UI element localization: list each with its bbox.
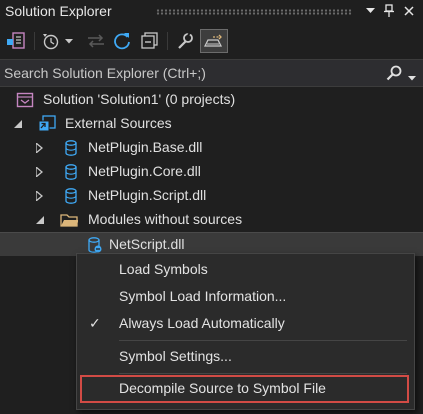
menu-separator xyxy=(119,340,407,341)
solution-icon xyxy=(16,91,34,109)
menu-item-label: Always Load Automatically xyxy=(119,315,285,331)
tree-item-solution[interactable]: Solution 'Solution1' (0 projects) xyxy=(0,88,423,112)
pin-icon xyxy=(384,4,394,17)
tree-item-label: NetPlugin.Script.dll xyxy=(88,187,207,203)
expanded-arrow-icon[interactable] xyxy=(35,214,45,226)
tree-item-external-sources[interactable]: External Sources xyxy=(0,112,423,136)
menu-item-always-load-automatically[interactable]: ✓ Always Load Automatically xyxy=(77,311,414,337)
search-box xyxy=(0,59,423,87)
collapsed-arrow-icon[interactable] xyxy=(34,166,44,178)
title-grip[interactable] xyxy=(156,9,352,15)
collapse-all-icon xyxy=(141,32,158,49)
menu-item-label: Symbol Settings... xyxy=(119,348,232,364)
chevron-down-icon xyxy=(408,76,416,81)
close-icon xyxy=(404,6,414,16)
menu-item-load-symbols[interactable]: Load Symbols xyxy=(77,257,414,283)
context-menu: Load Symbols Symbol Load Information... … xyxy=(76,253,415,410)
properties-icon xyxy=(178,32,193,49)
menu-item-symbol-load-information[interactable]: Symbol Load Information... xyxy=(77,284,414,310)
tree-item-dll[interactable]: NetPlugin.Core.dll xyxy=(0,160,423,184)
tree-item-label: Solution 'Solution1' (0 projects) xyxy=(43,91,236,107)
search-options-dropdown[interactable] xyxy=(408,68,416,84)
menu-separator xyxy=(119,373,407,374)
tree-item-label: NetPlugin.Base.dll xyxy=(88,139,203,155)
switch-views-icon xyxy=(7,32,25,49)
pending-changes-filter-icon xyxy=(43,34,59,50)
properties-button[interactable] xyxy=(173,29,197,53)
chevron-down-icon xyxy=(65,38,73,43)
tree-item-label: NetPlugin.Core.dll xyxy=(88,163,201,179)
collapse-all-button[interactable] xyxy=(138,29,162,53)
tree-item-dll[interactable]: NetPlugin.Script.dll xyxy=(0,184,423,208)
chevron-down-icon xyxy=(365,8,375,13)
external-sources-icon xyxy=(38,115,56,133)
close-button[interactable] xyxy=(400,2,418,20)
menu-item-label: Decompile Source to Symbol File xyxy=(119,380,326,396)
menu-item-label: Symbol Load Information... xyxy=(119,288,287,304)
preview-selected-items-button[interactable] xyxy=(200,29,228,53)
refresh-button[interactable] xyxy=(110,29,134,53)
title-bar: Solution Explorer xyxy=(0,0,423,24)
refresh-icon xyxy=(114,33,130,50)
menu-item-label: Load Symbols xyxy=(119,261,208,277)
collapsed-arrow-icon[interactable] xyxy=(34,142,44,154)
collapsed-arrow-icon[interactable] xyxy=(34,190,44,202)
assembly-no-symbols-icon xyxy=(86,236,104,254)
toolbar xyxy=(0,24,423,58)
pending-changes-filter-button[interactable] xyxy=(40,29,64,53)
tree-item-label: External Sources xyxy=(65,115,172,131)
sync-with-document-icon xyxy=(88,34,104,48)
search-icon xyxy=(386,65,402,81)
filter-dropdown-button[interactable] xyxy=(62,29,76,53)
menu-item-decompile-source[interactable]: Decompile Source to Symbol File xyxy=(80,375,409,403)
assembly-icon xyxy=(62,187,80,205)
window-dropdown-button[interactable] xyxy=(361,2,379,20)
pin-button[interactable] xyxy=(380,2,398,20)
checkmark-icon: ✓ xyxy=(89,315,101,331)
window-title: Solution Explorer xyxy=(5,3,112,19)
preview-selected-items-icon xyxy=(203,34,223,47)
expanded-arrow-icon[interactable] xyxy=(13,118,23,130)
assembly-icon xyxy=(62,139,80,157)
tree-item-dll[interactable]: NetPlugin.Base.dll xyxy=(0,136,423,160)
tree-item-label: Modules without sources xyxy=(88,211,243,227)
menu-item-symbol-settings[interactable]: Symbol Settings... xyxy=(77,344,414,370)
switch-views-button[interactable] xyxy=(4,29,28,53)
assembly-icon xyxy=(62,163,80,181)
sync-with-document-button[interactable] xyxy=(84,29,108,53)
search-input[interactable] xyxy=(4,64,374,82)
tree-item-modules-without-sources[interactable]: Modules without sources xyxy=(0,208,423,232)
search-button[interactable] xyxy=(386,65,402,84)
tree-item-label: NetScript.dll xyxy=(109,236,185,252)
folder-open-icon xyxy=(60,211,78,229)
